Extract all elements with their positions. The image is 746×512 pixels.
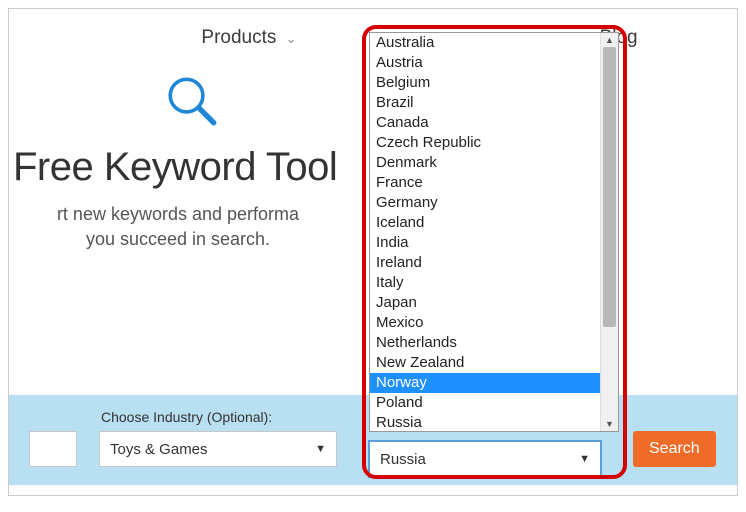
dropdown-scrollbar[interactable]: ▲ ▼ [600,33,618,431]
country-option[interactable]: Belgium [370,73,600,93]
country-dropdown[interactable]: AustraliaAustriaBelgiumBrazilCanadaCzech… [369,32,619,432]
caret-down-icon: ▼ [579,453,590,465]
country-option[interactable]: Iceland [370,213,600,233]
keyword-input[interactable] [29,431,77,467]
country-option[interactable]: Italy [370,273,600,293]
industry-select-value: Toys & Games [110,441,208,458]
country-option[interactable]: Norway [370,373,600,393]
nav-products[interactable]: Products ⌄ [201,27,296,49]
country-option[interactable]: Mexico [370,313,600,333]
caret-down-icon: ▼ [315,443,326,455]
magnifier-icon [163,72,221,130]
scrollbar-thumb[interactable] [603,47,616,327]
country-option[interactable]: India [370,233,600,253]
country-option[interactable]: France [370,173,600,193]
scroll-up-arrow-icon[interactable]: ▲ [601,33,618,47]
country-option[interactable]: Denmark [370,153,600,173]
country-option[interactable]: New Zealand [370,353,600,373]
country-option[interactable]: Czech Republic [370,133,600,153]
hero-subtitle: rt new keywords and performa you succeed… [13,202,343,252]
country-select-value: Russia [380,451,426,468]
country-option[interactable]: Brazil [370,93,600,113]
country-select[interactable]: Russia ▼ [369,441,601,477]
nav-products-label: Products [201,27,276,48]
country-option[interactable]: Australia [370,33,600,53]
country-option[interactable]: Austria [370,53,600,73]
search-button[interactable]: Search [633,431,716,467]
country-option[interactable]: Germany [370,193,600,213]
country-option[interactable]: Ireland [370,253,600,273]
country-option[interactable]: Canada [370,113,600,133]
scroll-down-arrow-icon[interactable]: ▼ [601,417,618,431]
country-option[interactable]: Poland [370,393,600,413]
industry-label: Choose Industry (Optional): [99,409,337,425]
industry-select[interactable]: Toys & Games ▼ [99,431,337,467]
search-button-label: Search [649,440,700,457]
country-option[interactable]: Netherlands [370,333,600,353]
country-option[interactable]: Russia [370,413,600,431]
country-option[interactable]: Japan [370,293,600,313]
chevron-down-icon: ⌄ [286,31,297,47]
